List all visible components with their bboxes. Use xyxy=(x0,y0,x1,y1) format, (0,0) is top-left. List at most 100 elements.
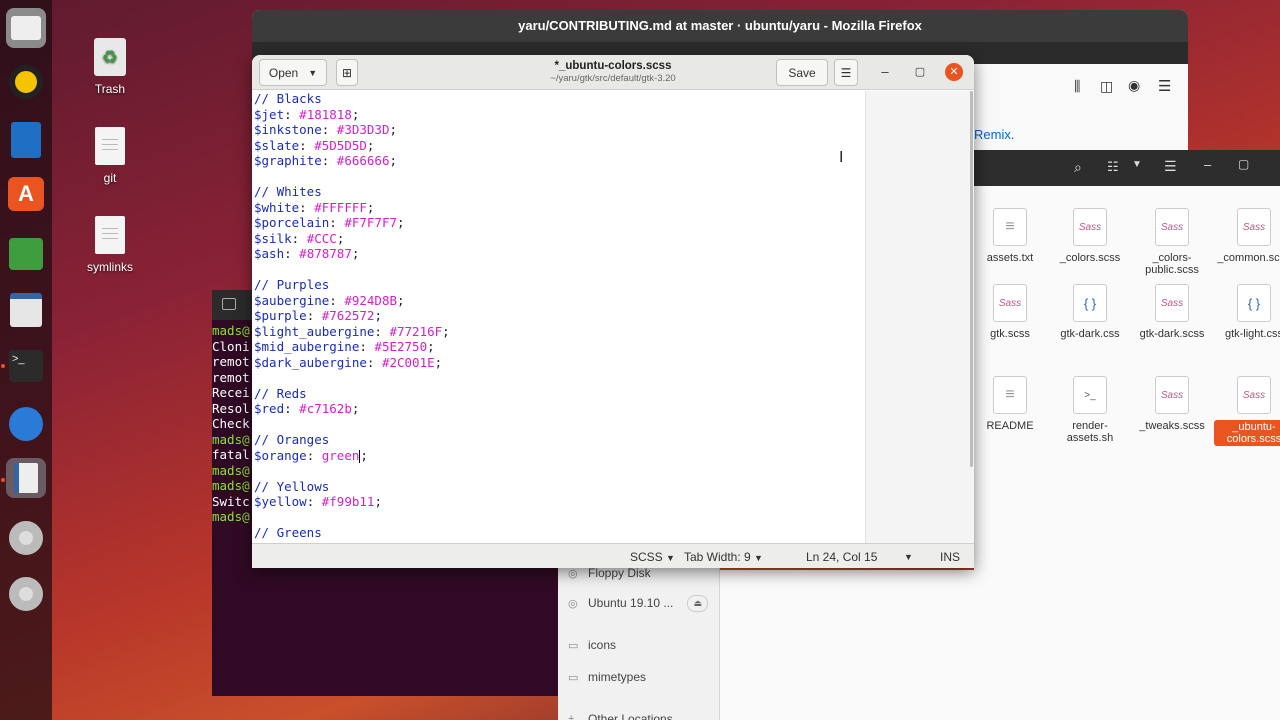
minimap[interactable] xyxy=(865,91,974,543)
sidebar-item-label: icons xyxy=(588,638,617,652)
maximize-icon[interactable]: ▢ xyxy=(1238,157,1249,171)
code-line: $dark_aubergine: #2C001E; xyxy=(254,354,443,370)
status-bar: SCSS ▼ Tab Width: 9 ▼ Ln 24, Col 15 ▼ IN… xyxy=(252,543,974,568)
settings-icon[interactable] xyxy=(6,234,46,274)
dvd-drive-icon[interactable] xyxy=(6,518,46,558)
chevron-down-icon[interactable]: ▼ xyxy=(1132,159,1142,170)
save-button[interactable]: Save xyxy=(776,59,828,86)
page-link[interactable]: Remix. xyxy=(974,127,1014,142)
code-line: $purple: #762572; xyxy=(254,308,382,323)
file-icon xyxy=(95,216,125,254)
menu-icon[interactable]: ☰ xyxy=(1164,158,1177,175)
sidebar-item[interactable]: + Other Locations xyxy=(568,706,708,720)
view-list-icon[interactable]: ☷ xyxy=(1107,159,1119,175)
code-editor[interactable]: // Blacks $jet: #181818; $inkstone: #3D3D3… xyxy=(254,91,866,543)
file-item[interactable]: { } gtk-light.css xyxy=(1214,284,1280,340)
code-variable: $orange xyxy=(254,447,307,463)
code-value: #666666 xyxy=(336,153,390,168)
file-item[interactable]: ≡ assets.txt xyxy=(970,208,1050,264)
text-editor-window[interactable]: Open ▼ ⊞ *_ubuntu-colors.scss ~/yaru/gtk… xyxy=(252,55,974,568)
code-value: #c7162b xyxy=(299,401,352,416)
close-icon[interactable]: ✕ xyxy=(945,63,963,81)
minimize-icon[interactable]: – xyxy=(1204,157,1211,172)
eject-icon[interactable]: ⏏ xyxy=(687,594,708,612)
script-file-icon: >_ xyxy=(1073,376,1107,414)
library-icon[interactable]: ⫼ xyxy=(1074,78,1080,95)
file-item[interactable]: Sass gtk.scss xyxy=(970,284,1050,340)
code-value: #77216F xyxy=(389,323,443,339)
code-variable: $jet xyxy=(254,106,285,122)
scrollbar[interactable] xyxy=(970,91,973,467)
sass-file-icon: Sass xyxy=(1155,376,1189,414)
code-line: // Yellows xyxy=(254,479,866,495)
file-item[interactable]: Sass _ubuntu-colors.scss xyxy=(1214,376,1280,446)
code-comment: // Greens xyxy=(254,525,322,540)
sidebar-item[interactable]: ▭ mimetypes xyxy=(568,664,708,690)
thunderbird-icon[interactable] xyxy=(6,404,46,444)
code-line: $silk: #CCC; xyxy=(254,230,345,246)
dvd-drive-icon[interactable] xyxy=(6,574,46,614)
css-file-icon: { } xyxy=(1073,284,1107,322)
file-item[interactable]: Sass _common.scss xyxy=(1214,208,1280,264)
file-item[interactable]: ≡ README xyxy=(970,376,1050,432)
desktop-icon-label: git xyxy=(103,171,117,185)
desktop-icon-label: Trash xyxy=(94,82,126,96)
sass-file-icon: Sass xyxy=(1073,208,1107,246)
files-app-icon[interactable] xyxy=(6,8,46,48)
sidebar-icon[interactable]: ◫ xyxy=(1100,78,1113,95)
search-icon[interactable]: ⌕ xyxy=(1074,159,1082,176)
file-item[interactable]: >_ render-assets.sh xyxy=(1050,376,1130,444)
new-tab-icon[interactable] xyxy=(222,298,236,310)
insert-mode: INS xyxy=(940,550,961,564)
desktop-trash[interactable]: ♻ Trash xyxy=(60,38,160,96)
file-name: _colors.scss xyxy=(1059,252,1121,264)
chevron-down-icon[interactable]: ▼ xyxy=(904,552,913,562)
menu-icon[interactable]: ☰ xyxy=(1158,77,1171,95)
code-value: #181818 xyxy=(299,106,352,122)
desktop-git[interactable]: git xyxy=(60,127,160,185)
file-name: _ubuntu-colors.scss xyxy=(1214,420,1280,446)
files-window[interactable]: ⌕ ☷ ▼ ☰ – ▢ ≡ assets.txt Sass _colors.scss S… xyxy=(974,150,1280,570)
code-line: $aubergine: #924D8B; xyxy=(254,292,405,308)
menu-icon: ☰ xyxy=(840,65,852,80)
text-editor-icon[interactable] xyxy=(6,458,46,498)
chevron-down-icon: ▼ xyxy=(308,67,318,78)
code-variable: $inkstone xyxy=(254,122,322,137)
maximize-icon[interactable]: ▢ xyxy=(911,63,929,81)
sidebar-item-label: Floppy Disk xyxy=(588,566,651,580)
file-item[interactable]: Sass _tweaks.scss xyxy=(1132,376,1212,432)
code-variable: $porcelain xyxy=(254,215,330,230)
document-filename: *_ubuntu-colors.scss xyxy=(554,60,672,72)
file-item[interactable]: Sass _colors-public.scss xyxy=(1132,208,1212,276)
terminal-app-icon[interactable]: >_ xyxy=(6,346,46,386)
menu-button[interactable]: ☰ xyxy=(834,59,858,86)
file-item[interactable]: { } gtk-dark.css xyxy=(1050,284,1130,340)
document-viewer-icon[interactable] xyxy=(6,290,46,330)
file-icon xyxy=(95,127,125,165)
software-center-icon[interactable]: A xyxy=(6,174,46,214)
code-line: $light_aubergine: #77216F; xyxy=(254,323,450,339)
dock: A >_ xyxy=(0,0,52,720)
file-item[interactable]: Sass gtk-dark.scss xyxy=(1132,284,1212,340)
sidebar-item[interactable]: ▭ icons xyxy=(568,632,708,658)
files-headerbar: ⌕ ☷ ▼ ☰ – ▢ xyxy=(974,150,1280,186)
open-button[interactable]: Open ▼ xyxy=(259,59,327,86)
new-document-button[interactable]: ⊞ xyxy=(336,59,358,86)
desktop-symlinks[interactable]: symlinks xyxy=(60,216,160,274)
code-line: $ash: #878787; xyxy=(254,246,360,261)
code-value: #F7F7F7 xyxy=(344,215,398,230)
sidebar-item[interactable]: ◎ Ubuntu 19.10 ... ⏏ xyxy=(568,590,708,616)
cursor-position[interactable]: Ln 24, Col 15 xyxy=(806,550,877,564)
code-value: #CCC xyxy=(306,230,337,246)
code-line: $graphite: #666666; xyxy=(254,153,398,168)
language-selector[interactable]: SCSS ▼ xyxy=(630,550,675,564)
account-icon[interactable]: ◉ xyxy=(1128,77,1140,94)
rhythmbox-icon[interactable] xyxy=(6,62,46,102)
open-button-label: Open xyxy=(268,65,299,80)
minimize-icon[interactable]: – xyxy=(876,63,894,81)
file-item[interactable]: Sass _colors.scss xyxy=(1050,208,1130,264)
writer-icon[interactable] xyxy=(6,120,46,160)
tab-width-selector[interactable]: Tab Width: 9 ▼ xyxy=(684,550,763,564)
code-comment: // Reds xyxy=(254,385,307,401)
code-line: $jet: #181818; xyxy=(254,106,360,122)
